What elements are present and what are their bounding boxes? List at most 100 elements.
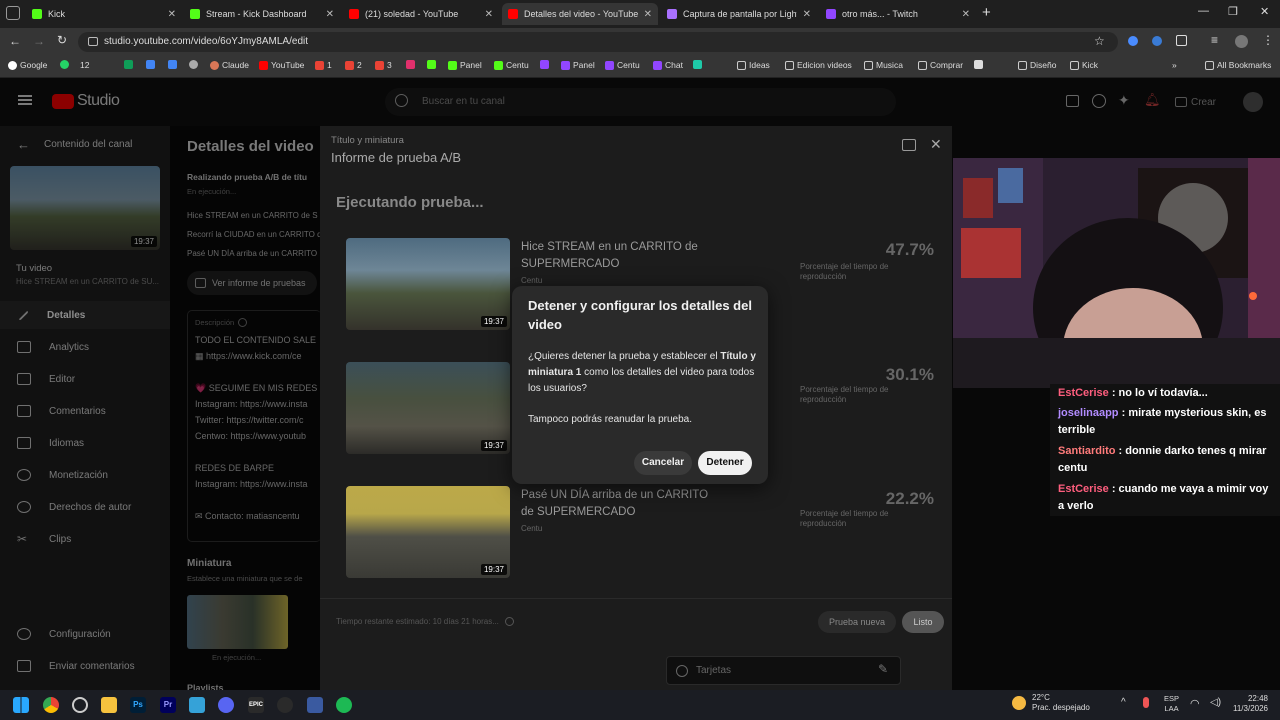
bookmark-panel-twitch[interactable]: Panel [561, 60, 595, 70]
site-info-icon[interactable] [88, 37, 98, 46]
bookmark-docs[interactable] [146, 60, 155, 69]
url-field[interactable]: studio.youtube.com/video/6oYJmy8AMLA/edi… [78, 32, 1118, 52]
bookmark-youtube[interactable]: YouTube [259, 60, 304, 70]
bookmark-twitch[interactable] [540, 60, 549, 69]
bookmark-chatgpt[interactable] [189, 60, 198, 69]
stop-button[interactable]: Detener [698, 451, 752, 475]
wifi-icon[interactable]: ◠ [1190, 697, 1200, 710]
profile-avatar[interactable] [1235, 35, 1248, 48]
kick-icon [190, 9, 200, 19]
close-window-button[interactable]: ✕ [1260, 5, 1269, 18]
close-icon[interactable]: ✕ [962, 9, 970, 20]
clock[interactable]: 22:48 11/3/2026 [1230, 694, 1268, 714]
bookmark-sheets[interactable] [124, 60, 133, 69]
bookmark-12[interactable]: 12 [80, 60, 89, 70]
tab-video-details[interactable]: Detalles del video - YouTube St ✕ [502, 3, 658, 25]
ab-report-title: Informe de prueba A/B [331, 150, 462, 165]
cards-field[interactable]: Tarjetas [666, 656, 901, 685]
forward-icon[interactable]: → [33, 34, 45, 48]
bookmark-folder-kick[interactable]: Kick [1070, 60, 1098, 70]
chat-username: EstCerise [1058, 387, 1109, 399]
tray-overflow-icon[interactable]: ^ [1121, 697, 1126, 708]
bookmark-label: Panel [573, 60, 595, 70]
close-icon[interactable]: ✕ [644, 9, 652, 20]
app-icon [693, 60, 702, 69]
instagram-icon [406, 60, 415, 69]
variant-title: Hice STREAM en un CARRITO de SUPERMERCAD… [521, 241, 698, 270]
new-test-button[interactable]: Prueba nueva [818, 611, 896, 633]
epic-games-icon[interactable]: EPIC [248, 697, 264, 713]
variant-percentage: 47.7% [885, 240, 934, 259]
microphone-icon[interactable] [1143, 697, 1149, 708]
bookmark-folder-edicion[interactable]: Edicion videos [785, 60, 852, 70]
tab-youtube-soledad[interactable]: (21) soledad - YouTube ✕ [343, 3, 499, 25]
back-icon[interactable]: ← [9, 34, 21, 48]
close-icon[interactable]: ✕ [168, 9, 176, 20]
weather-widget[interactable]: 22°C Prac. despejado [1012, 693, 1090, 713]
settings-app-icon[interactable] [72, 697, 88, 713]
bookmark-misc[interactable] [974, 60, 983, 69]
notepad-icon[interactable] [189, 697, 205, 713]
bookmark-centu-twitch[interactable]: Centu [605, 60, 640, 70]
reload-icon[interactable]: ↻ [57, 33, 67, 47]
tab-twitch[interactable]: otro más... - Twitch ✕ [820, 3, 976, 25]
chrome-icon[interactable] [43, 697, 59, 713]
bookmark-folder-ideas[interactable]: Ideas [737, 60, 770, 70]
done-button[interactable]: Listo [902, 611, 944, 633]
maximize-button[interactable]: ❐ [1228, 5, 1238, 18]
close-icon[interactable]: ✕ [326, 9, 334, 20]
chat-message: EstCerise : no lo ví todavía... [1058, 387, 1208, 399]
bookmark-app[interactable] [693, 60, 702, 69]
app-icon[interactable] [277, 697, 293, 713]
bookmark-star-icon[interactable]: ☆ [1094, 34, 1105, 48]
bookmark-kick[interactable] [427, 60, 436, 69]
media-icon[interactable]: ≡ [1211, 33, 1218, 47]
new-tab-button[interactable]: + [982, 4, 991, 21]
photoshop-icon[interactable]: Ps [130, 697, 146, 713]
file-explorer-icon[interactable] [101, 697, 117, 713]
windows-start-icon[interactable] [13, 697, 29, 713]
close-icon[interactable]: ✕ [485, 9, 493, 20]
bookmark-folder-diseno[interactable]: Diseño [1018, 60, 1056, 70]
spotify-icon[interactable] [336, 697, 352, 713]
tab-kick-dashboard[interactable]: Stream - Kick Dashboard ✕ [184, 3, 340, 25]
bookmark-gmail-1[interactable]: 1 [315, 60, 332, 70]
tab-search-button[interactable] [6, 6, 20, 20]
feedback-icon[interactable] [902, 139, 916, 151]
bookmark-instagram[interactable] [406, 60, 415, 69]
app-icon[interactable] [307, 697, 323, 713]
close-icon[interactable]: ✕ [803, 9, 811, 20]
bookmark-folder-comprar[interactable]: Comprar [918, 60, 963, 70]
bookmark-label: Diseño [1030, 60, 1057, 70]
menu-icon[interactable]: ⋮ [1262, 33, 1274, 47]
bookmark-panel[interactable]: Panel [448, 60, 482, 70]
minimize-button[interactable]: — [1198, 5, 1209, 17]
tab-lightshot[interactable]: Captura de pantalla por Lightsh ✕ [661, 3, 817, 25]
sheets-icon [124, 60, 133, 69]
bookmark-google[interactable]: Google [8, 60, 47, 70]
cancel-button[interactable]: Cancelar [634, 451, 692, 475]
chatgpt-icon [189, 60, 198, 69]
bookmark-claude[interactable]: Claude [210, 60, 249, 70]
extension-icon[interactable] [1152, 36, 1162, 46]
tab-kick[interactable]: Kick ✕ [26, 3, 182, 25]
close-icon[interactable]: ✕ [930, 136, 942, 153]
bookmark-centu[interactable]: Centu [494, 60, 529, 70]
bookmark-calendar[interactable] [168, 60, 177, 69]
bookmark-folder-musica[interactable]: Musica [864, 60, 903, 70]
puzzle-icon[interactable] [1176, 35, 1187, 46]
edit-pencil-icon[interactable]: ✎ [878, 662, 888, 676]
premiere-icon[interactable]: Pr [160, 697, 176, 713]
folder-icon [1205, 60, 1214, 70]
bookmarks-overflow-icon[interactable]: » [1172, 60, 1177, 70]
all-bookmarks[interactable]: All Bookmarks [1205, 60, 1271, 70]
bookmark-whatsapp[interactable] [60, 60, 69, 69]
volume-icon[interactable]: ◁) [1210, 697, 1221, 708]
extension-icon[interactable] [1128, 36, 1138, 46]
discord-icon[interactable] [218, 697, 234, 713]
twitch-icon [561, 60, 570, 70]
language-indicator[interactable]: ESP LAA [1164, 694, 1179, 714]
bookmark-gmail-3[interactable]: 3 [375, 60, 392, 70]
bookmark-chat[interactable]: Chat [653, 60, 683, 70]
bookmark-gmail-2[interactable]: 2 [345, 60, 362, 70]
